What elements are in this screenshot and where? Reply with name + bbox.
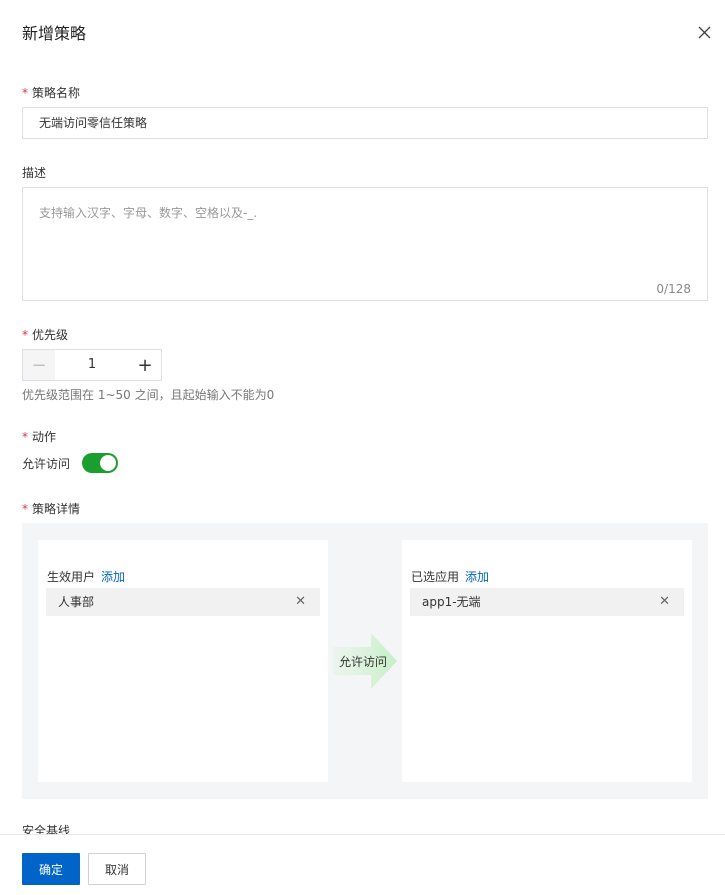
description-textarea[interactable]: 支持输入汉字、字母、数字、空格以及-_. 0/128 (22, 187, 708, 301)
add-users-link[interactable]: 添加 (101, 570, 125, 584)
description-label: 描述 (22, 166, 47, 180)
required-mark: * (22, 430, 28, 444)
security-baseline-label: 安全基线 (22, 824, 71, 834)
priority-value[interactable]: 1 (55, 350, 129, 380)
priority-stepper: − 1 + (22, 349, 162, 381)
name-label: * 策略名称 (22, 86, 81, 100)
selected-user-item: 人事部 ✕ (46, 588, 320, 616)
remove-icon[interactable]: ✕ (659, 588, 670, 616)
effective-users-panel: 生效用户 添加 人事部 ✕ (38, 540, 328, 782)
panel-title: 已选应用 添加 (411, 570, 490, 584)
close-icon[interactable] (696, 24, 714, 42)
required-mark: * (22, 328, 28, 342)
policy-details-box: 生效用户 添加 人事部 ✕ 允许访问 已选应用 添加 app1-无端 ✕ (22, 523, 708, 799)
priority-hint: 优先级范围在 1~50 之间，且起始输入不能为0 (22, 388, 275, 402)
description-placeholder: 支持输入汉字、字母、数字、空格以及-_. (39, 206, 258, 220)
cancel-button[interactable]: 取消 (88, 853, 146, 885)
allow-access-toggle[interactable] (82, 453, 118, 473)
selected-apps-panel: 已选应用 添加 app1-无端 ✕ (402, 540, 692, 782)
increment-button[interactable]: + (129, 350, 161, 380)
required-mark: * (22, 86, 28, 100)
arrow-label: 允许访问 (338, 655, 387, 669)
priority-label: * 优先级 (22, 328, 69, 342)
dialog-title: 新增策略 (22, 24, 87, 43)
name-input[interactable]: 无端访问零信任策略 (22, 107, 708, 139)
char-counter: 0/128 (656, 282, 691, 296)
details-label: * 策略详情 (22, 502, 81, 516)
remove-icon[interactable]: ✕ (295, 588, 306, 616)
add-apps-link[interactable]: 添加 (465, 570, 489, 584)
action-label: * 动作 (22, 430, 57, 444)
selected-app-item: app1-无端 ✕ (410, 588, 684, 616)
confirm-button[interactable]: 确定 (22, 853, 80, 885)
dialog-header: 新增策略 (0, 0, 725, 64)
dialog-footer: 确定 取消 (0, 834, 725, 895)
toggle-knob (100, 455, 116, 471)
decrement-button[interactable]: − (23, 350, 55, 380)
toggle-label: 允许访问 (22, 457, 71, 471)
panel-title: 生效用户 添加 (47, 570, 126, 584)
required-mark: * (22, 502, 28, 516)
